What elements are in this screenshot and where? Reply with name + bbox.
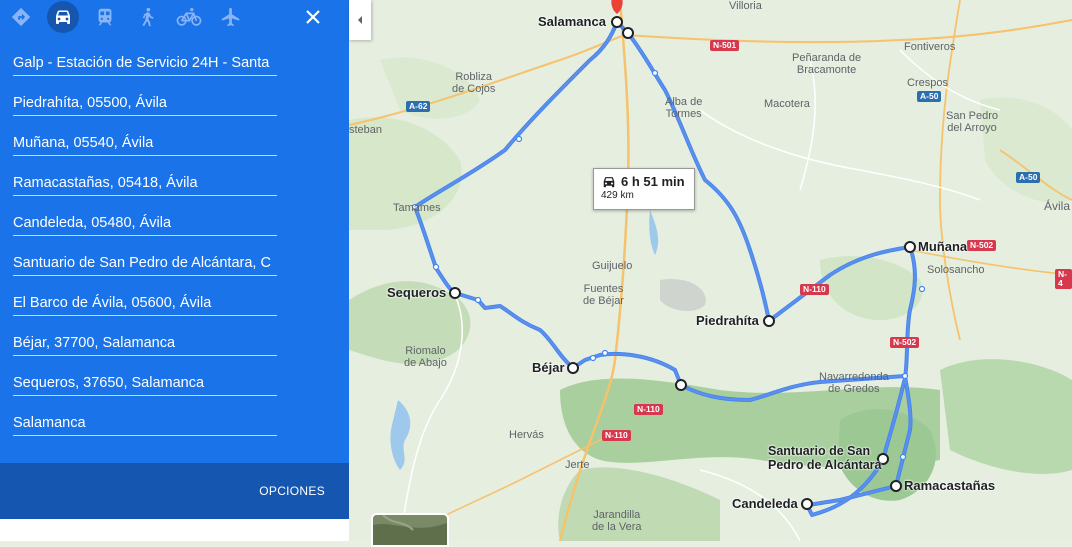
chevron-left-icon [358,16,362,24]
place-label-san-pedro: San Pedro del Arroyo [946,110,998,134]
place-label-macotera: Macotera [764,98,810,110]
place-label-guijuelo: Guijuelo [592,260,633,272]
train-icon [98,8,112,26]
walking-icon [142,7,154,27]
satellite-layer-toggle[interactable] [371,513,449,547]
stop-field-6[interactable]: Santuario de San Pedro de Alcántara, C [13,253,277,276]
collapse-panel-button[interactable] [349,0,371,40]
driving-mode-button[interactable] [47,1,79,33]
route-distance: 429 km [601,190,634,201]
options-bar: OPCIONES [0,463,349,519]
car-icon [603,177,615,188]
place-label-jarandilla: Jarandilla de la Vera [592,509,642,533]
close-icon [306,10,320,24]
stop-field-7[interactable]: El Barco de Ávila, 05600, Ávila [13,293,277,316]
stop-field-2[interactable]: Piedrahíta, 05500, Ávila [13,93,277,116]
city-label-sequeros[interactable]: Sequeros [387,286,446,300]
place-label-riomalo: Riomalo de Abajo [404,345,447,369]
city-label-bejar[interactable]: Béjar [532,361,565,375]
place-label-fuentes: Fuentes de Béjar [583,283,624,307]
place-label-alba: Alba de Tormes [665,96,703,120]
place-label-avila: Ávila [1044,199,1071,213]
place-label-hervas: Hervás [509,429,544,441]
road-shield-a50-2: A-50 [1016,172,1041,183]
road-shield-n110-1: N-110 [800,284,829,295]
directions-header: Galp - Estación de Servicio 24H - Santa … [0,0,349,463]
road-shield-a62: A-62 [406,101,431,112]
directions-panel: Galp - Estación de Servicio 24H - Santa … [0,0,349,541]
options-button[interactable]: OPCIONES [259,484,325,498]
road-shield-n110-3: N-110 [602,430,631,441]
travel-mode-bar [0,0,349,34]
stop-field-9[interactable]: Sequeros, 37650, Salamanca [13,373,277,396]
walking-mode-button[interactable] [131,1,163,33]
airplane-icon [221,7,240,27]
place-label-fontiveros: Fontiveros [904,41,956,53]
road-shield-a50-1: A-50 [917,91,942,102]
road-shield-n502-1: N-502 [967,240,997,251]
place-label-villoria: Villoria [729,0,762,12]
place-label-navarredonda: Navarredonda de Gredos [819,371,889,395]
stop-field-5[interactable]: Candeleda, 05480, Ávila [13,213,277,236]
close-directions-button[interactable] [298,2,328,32]
city-label-piedrahita[interactable]: Piedrahíta [696,314,759,328]
car-icon [56,10,70,24]
road-shield-n502-2: N-502 [890,337,920,348]
place-label-crespos: Crespos [907,77,948,89]
city-label-ramacastanas[interactable]: Ramacastañas [904,479,995,493]
map-canvas[interactable]: Villoria Fontiveros Peñaranda de Bracamon… [349,0,1072,541]
route-duration: 6 h 51 min [621,174,685,189]
city-label-munana[interactable]: Muñana [918,240,967,254]
transit-mode-button[interactable] [89,1,121,33]
best-route-mode-button[interactable] [5,1,37,33]
stop-field-4[interactable]: Ramacastañas, 05418, Ávila [13,173,277,196]
place-label-robliza: Robliza de Cojos [452,71,496,95]
road-shield-n4: N-4 [1055,269,1072,289]
place-label-tamames: Tamames [393,202,441,214]
city-label-candeleda[interactable]: Candeleda [732,497,798,511]
place-label-jerte: Jerte [565,459,590,471]
place-label-solosancho: Solosancho [927,264,985,276]
route-summary-box[interactable]: 6 h 51 min 429 km [593,168,695,210]
stop-field-10[interactable]: Salamanca [13,413,277,436]
road-shield-n110-2: N-110 [634,404,663,415]
road-shield-n501: N-501 [710,40,740,51]
bicycle-icon [176,8,202,26]
place-label-penaranda: Peñaranda de Bracamonte [792,52,862,76]
stop-field-8[interactable]: Béjar, 37700, Salamanca [13,333,277,356]
flights-mode-button[interactable] [215,1,247,33]
cycling-mode-button[interactable] [173,1,205,33]
place-label-esteban: steban [349,124,383,136]
city-label-salamanca[interactable]: Salamanca [538,15,606,29]
city-label-santuario[interactable]: Santuario de San Pedro de Alcántara [768,444,881,472]
stop-field-1[interactable]: Galp - Estación de Servicio 24H - Santa [13,53,277,76]
stop-field-3[interactable]: Muñana, 05540, Ávila [13,133,277,156]
directions-icon [11,7,31,27]
